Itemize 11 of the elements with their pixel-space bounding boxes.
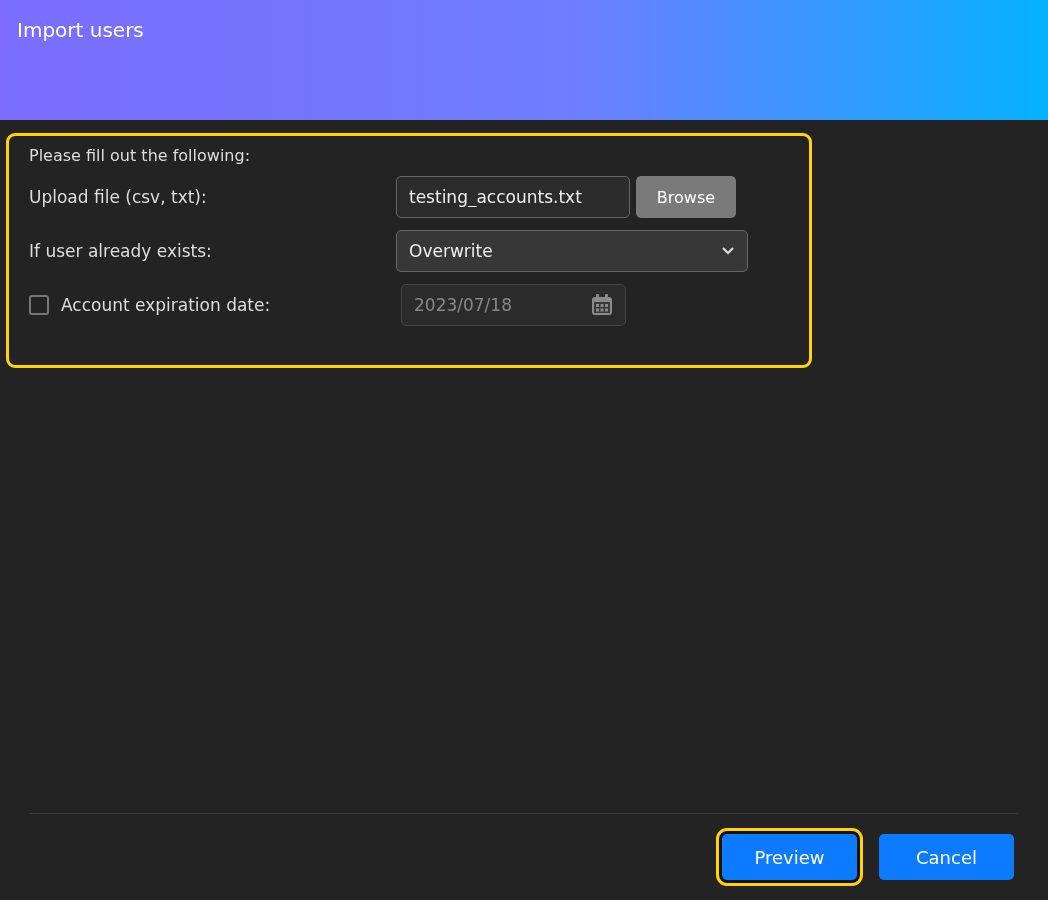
file-field[interactable]: testing_accounts.txt xyxy=(396,176,630,218)
field-label: Upload file (csv, txt): xyxy=(29,187,208,207)
field-label: If user already exists: xyxy=(29,241,213,261)
calendar-icon xyxy=(591,294,613,316)
form-intro: Please fill out the following: xyxy=(29,146,251,165)
dialog-button[interactable]: Cancel xyxy=(879,834,1014,880)
chevron-down-icon xyxy=(721,246,735,256)
browse-button[interactable]: Browse xyxy=(636,176,736,218)
dropdown[interactable]: Overwrite xyxy=(396,230,748,272)
field-label: Account expiration date: xyxy=(61,295,271,315)
window-title: Import users xyxy=(17,18,144,42)
